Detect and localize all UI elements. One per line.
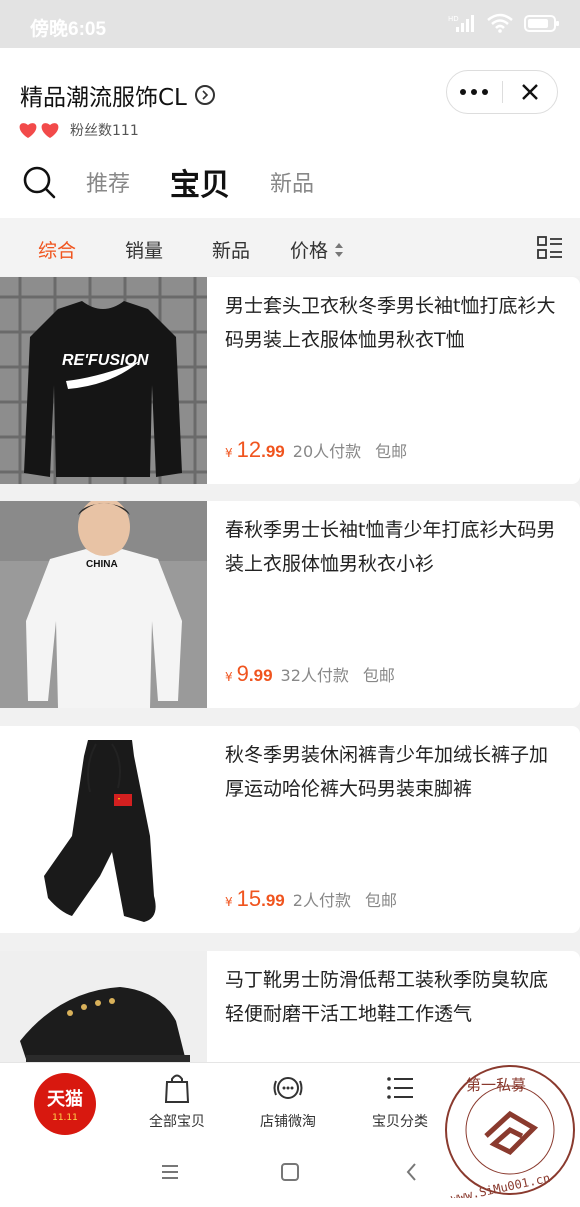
nav-all-items-label: 全部宝贝: [149, 1114, 205, 1130]
price-decimal: .99: [248, 666, 273, 685]
sold-count: 2人付款: [292, 891, 351, 910]
heart-icon: [41, 123, 59, 138]
shop-tabs: 推荐 宝贝 新品: [22, 160, 354, 204]
search-icon[interactable]: [22, 165, 56, 199]
free-shipping: 包邮: [375, 442, 408, 461]
product-title[interactable]: 马丁靴男士防滑低帮工装秋季防臭软底轻便耐磨干活工地鞋工作透气: [225, 963, 565, 1031]
fans-row: 粉丝数111: [18, 120, 139, 140]
list-icon: [387, 1077, 413, 1099]
free-shipping: 包邮: [362, 666, 395, 685]
price-integer: 9: [236, 661, 249, 686]
price-row: ¥ 12 .99 20人付款 包邮: [225, 437, 407, 463]
print-text: RE'FUSION: [62, 352, 149, 369]
product-card[interactable]: RE'FUSION 男士套头卫衣秋冬季男长袖t恤打底衫大码男装上衣服体恤男秋衣T…: [0, 277, 580, 484]
sold-count: 32人付款: [280, 666, 349, 685]
status-bar: 傍晚6:05 HD: [0, 0, 580, 48]
price-decimal: .99: [261, 891, 285, 910]
status-time: 傍晚6:05: [30, 19, 107, 40]
price-row: ¥ 9 .99 32人付款 包邮: [225, 661, 395, 687]
miniapp-capsule: [446, 70, 558, 114]
sort-new[interactable]: 新品: [212, 236, 250, 263]
heart-icon: [19, 123, 37, 138]
more-button[interactable]: [447, 71, 502, 113]
shopping-bag-icon: [164, 1074, 190, 1103]
sort-price-label: 价格: [290, 240, 329, 262]
nav-all-items[interactable]: 全部宝贝: [122, 1071, 232, 1131]
print-text: CHINA: [86, 559, 118, 570]
sort-price[interactable]: 价格: [290, 236, 344, 263]
sort-overall[interactable]: 综合: [38, 236, 76, 263]
fans-count: 粉丝数111: [70, 123, 139, 139]
currency-symbol: ¥: [225, 446, 233, 460]
product-card[interactable]: 秋冬季男装休闲裤青少年加绒长裤子加厚运动哈伦裤大码男装束脚裤 ¥ 15 .99 …: [0, 726, 580, 933]
product-title[interactable]: 春秋季男士长袖t恤青少年打底衫大码男装上衣服体恤男秋衣小衫: [225, 513, 565, 581]
product-image[interactable]: CHINA: [0, 501, 207, 708]
nav-shop-feed[interactable]: 店铺微淘: [233, 1071, 343, 1131]
home-icon[interactable]: [278, 1160, 302, 1184]
nav-shop-feed-label: 店铺微淘: [260, 1114, 316, 1130]
product-title[interactable]: 男士套头卫衣秋冬季男长袖t恤打底衫大码男装上衣服体恤男秋衣T恤: [225, 289, 565, 357]
status-icons: HD: [448, 13, 560, 33]
sort-bar: 综合 销量 新品 价格: [0, 218, 580, 276]
wifi-icon: [487, 13, 513, 33]
currency-symbol: ¥: [225, 895, 233, 909]
price-integer: 15: [236, 886, 262, 911]
sort-arrows-icon: [335, 242, 344, 257]
list-layout-icon[interactable]: [537, 236, 563, 260]
shop-header: 精品潮流服饰CL 粉丝数111 推荐 宝贝 新品: [0, 48, 580, 218]
tab-recommend[interactable]: 推荐: [86, 166, 130, 198]
more-dots-icon: [460, 89, 489, 95]
signal-icon: HD: [448, 15, 474, 32]
menu-icon[interactable]: [158, 1160, 182, 1184]
free-shipping: 包邮: [364, 891, 397, 910]
product-image[interactable]: [0, 726, 207, 933]
currency-symbol: ¥: [225, 670, 233, 684]
product-title[interactable]: 秋冬季男装休闲裤青少年加绒长裤子加厚运动哈伦裤大码男装束脚裤: [225, 738, 565, 806]
tab-items[interactable]: 宝贝: [170, 160, 230, 204]
close-button[interactable]: [503, 71, 558, 113]
chat-bubble-icon: [273, 1077, 303, 1099]
close-icon: [521, 84, 538, 100]
sort-sales[interactable]: 销量: [125, 236, 163, 263]
price-integer: 12: [236, 437, 262, 462]
heart-icons: [18, 121, 60, 139]
price-decimal: .99: [261, 442, 285, 461]
chevron-right-icon: [194, 85, 215, 105]
product-card[interactable]: CHINA 春秋季男士长袖t恤青少年打底衫大码男装上衣服体恤男秋衣小衫 ¥ 9 …: [0, 501, 580, 708]
battery-icon: [524, 15, 559, 32]
watermark-logo: 第一私募 www.SiMu001.cn: [430, 1058, 580, 1206]
back-icon[interactable]: [400, 1160, 424, 1184]
shop-name: 精品潮流服饰CL: [20, 85, 187, 111]
product-image[interactable]: RE'FUSION: [0, 277, 207, 484]
sold-count: 20人付款: [292, 442, 362, 461]
tmall-label: 天猫: [47, 1089, 83, 1110]
watermark-top-text: 第一私募: [466, 1076, 526, 1094]
tmall-sub-label: 11.11: [52, 1113, 78, 1123]
shop-name-link[interactable]: 精品潮流服饰CL: [20, 78, 215, 112]
price-row: ¥ 15 .99 2人付款 包邮: [225, 886, 397, 912]
hd-label: HD: [448, 15, 459, 23]
tmall-badge[interactable]: 天猫 11.11: [34, 1073, 96, 1135]
tab-new[interactable]: 新品: [270, 166, 314, 198]
